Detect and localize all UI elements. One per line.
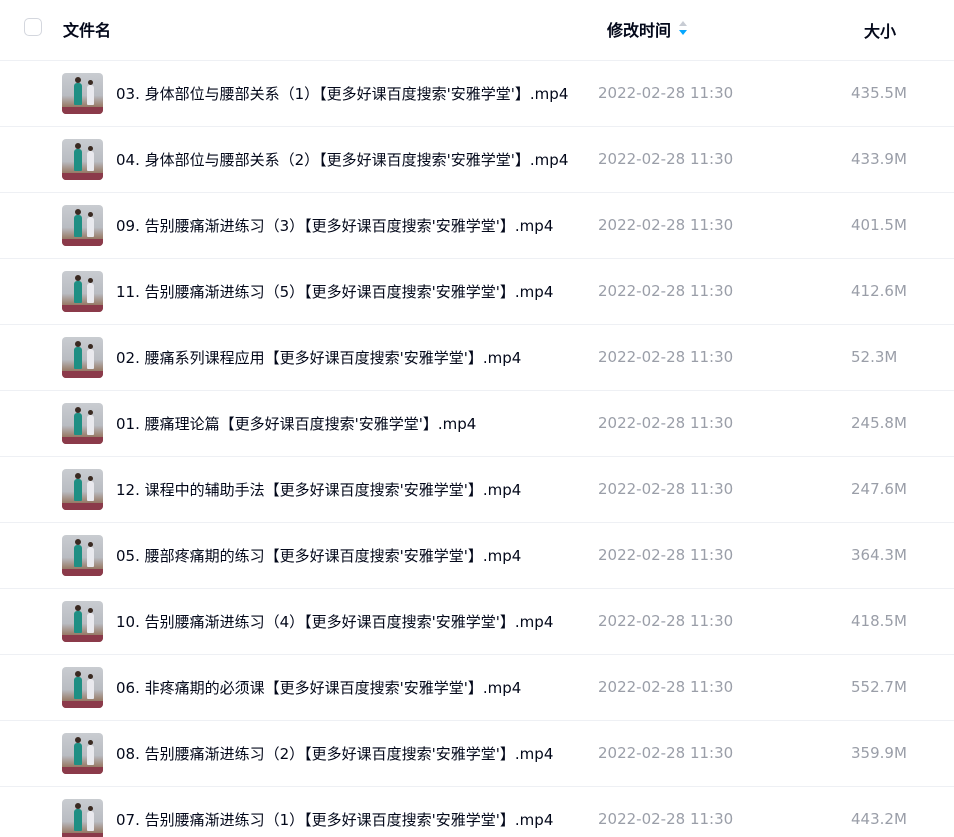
file-modified-time: 2022-02-28 11:30 bbox=[598, 678, 734, 696]
file-name[interactable]: 04. 身体部位与腰部关系（2）【更多好课百度搜索'安雅学堂'】.mp4 bbox=[116, 149, 568, 170]
file-size: 552.7M bbox=[851, 678, 907, 696]
file-size: 433.9M bbox=[851, 150, 907, 168]
file-name[interactable]: 07. 告别腰痛渐进练习（1）【更多好课百度搜索'安雅学堂'】.mp4 bbox=[116, 809, 553, 830]
file-modified-time: 2022-02-28 11:30 bbox=[598, 150, 734, 168]
file-modified-time: 2022-02-28 11:30 bbox=[598, 84, 734, 102]
video-thumbnail[interactable] bbox=[62, 601, 103, 642]
file-row[interactable]: 06. 非疼痛期的必须课【更多好课百度搜索'安雅学堂'】.mp4 2022-02-… bbox=[0, 655, 954, 721]
file-name[interactable]: 11. 告别腰痛渐进练习（5）【更多好课百度搜索'安雅学堂'】.mp4 bbox=[116, 281, 553, 302]
file-modified-time: 2022-02-28 11:30 bbox=[598, 282, 734, 300]
file-size: 52.3M bbox=[851, 348, 898, 366]
file-modified-time: 2022-02-28 11:30 bbox=[598, 612, 734, 630]
file-name[interactable]: 10. 告别腰痛渐进练习（4）【更多好课百度搜索'安雅学堂'】.mp4 bbox=[116, 611, 553, 632]
column-header-modified-time[interactable]: 修改时间 bbox=[607, 17, 671, 41]
file-row[interactable]: 12. 课程中的辅助手法【更多好课百度搜索'安雅学堂'】.mp4 2022-02-… bbox=[0, 457, 954, 523]
file-size: 401.5M bbox=[851, 216, 907, 234]
video-thumbnail[interactable] bbox=[62, 535, 103, 576]
file-row[interactable]: 05. 腰部疼痛期的练习【更多好课百度搜索'安雅学堂'】.mp4 2022-02-… bbox=[0, 523, 954, 589]
file-row[interactable]: 10. 告别腰痛渐进练习（4）【更多好课百度搜索'安雅学堂'】.mp4 2022-… bbox=[0, 589, 954, 655]
file-size: 435.5M bbox=[851, 84, 907, 102]
file-row[interactable]: 03. 身体部位与腰部关系（1）【更多好课百度搜索'安雅学堂'】.mp4 2022… bbox=[0, 61, 954, 127]
table-header: 文件名 修改时间 大小 bbox=[0, 0, 954, 61]
file-size: 412.6M bbox=[851, 282, 907, 300]
video-thumbnail[interactable] bbox=[62, 667, 103, 708]
file-name[interactable]: 12. 课程中的辅助手法【更多好课百度搜索'安雅学堂'】.mp4 bbox=[116, 479, 521, 500]
file-size: 247.6M bbox=[851, 480, 907, 498]
file-modified-time: 2022-02-28 11:30 bbox=[598, 546, 734, 564]
file-row[interactable]: 07. 告别腰痛渐进练习（1）【更多好课百度搜索'安雅学堂'】.mp4 2022-… bbox=[0, 787, 954, 837]
file-rows: 03. 身体部位与腰部关系（1）【更多好课百度搜索'安雅学堂'】.mp4 2022… bbox=[0, 61, 954, 837]
video-thumbnail[interactable] bbox=[62, 799, 103, 837]
file-name[interactable]: 05. 腰部疼痛期的练习【更多好课百度搜索'安雅学堂'】.mp4 bbox=[116, 545, 521, 566]
file-modified-time: 2022-02-28 11:30 bbox=[598, 414, 734, 432]
file-size: 418.5M bbox=[851, 612, 907, 630]
video-thumbnail[interactable] bbox=[62, 205, 103, 246]
select-all-checkbox[interactable] bbox=[24, 18, 42, 36]
video-thumbnail[interactable] bbox=[62, 403, 103, 444]
file-size: 364.3M bbox=[851, 546, 907, 564]
video-thumbnail[interactable] bbox=[62, 73, 103, 114]
file-name[interactable]: 01. 腰痛理论篇【更多好课百度搜索'安雅学堂'】.mp4 bbox=[116, 413, 476, 434]
file-row[interactable]: 08. 告别腰痛渐进练习（2）【更多好课百度搜索'安雅学堂'】.mp4 2022-… bbox=[0, 721, 954, 787]
file-row[interactable]: 02. 腰痛系列课程应用【更多好课百度搜索'安雅学堂'】.mp4 2022-02-… bbox=[0, 325, 954, 391]
file-row[interactable]: 11. 告别腰痛渐进练习（5）【更多好课百度搜索'安雅学堂'】.mp4 2022-… bbox=[0, 259, 954, 325]
file-name[interactable]: 08. 告别腰痛渐进练习（2）【更多好课百度搜索'安雅学堂'】.mp4 bbox=[116, 743, 553, 764]
file-size: 359.9M bbox=[851, 744, 907, 762]
file-name[interactable]: 06. 非疼痛期的必须课【更多好课百度搜索'安雅学堂'】.mp4 bbox=[116, 677, 521, 698]
video-thumbnail[interactable] bbox=[62, 733, 103, 774]
file-name[interactable]: 03. 身体部位与腰部关系（1）【更多好课百度搜索'安雅学堂'】.mp4 bbox=[116, 83, 568, 104]
column-header-size[interactable]: 大小 bbox=[864, 18, 896, 42]
file-size: 245.8M bbox=[851, 414, 907, 432]
file-modified-time: 2022-02-28 11:30 bbox=[598, 744, 734, 762]
file-row[interactable]: 04. 身体部位与腰部关系（2）【更多好课百度搜索'安雅学堂'】.mp4 2022… bbox=[0, 127, 954, 193]
file-size: 443.2M bbox=[851, 810, 907, 828]
file-modified-time: 2022-02-28 11:30 bbox=[598, 810, 734, 828]
column-header-name[interactable]: 文件名 bbox=[63, 17, 111, 41]
video-thumbnail[interactable] bbox=[62, 337, 103, 378]
file-modified-time: 2022-02-28 11:30 bbox=[598, 216, 734, 234]
file-list-table: 文件名 修改时间 大小 03. 身体部位与腰部关系（1）【更多好课百度搜索'安雅… bbox=[0, 0, 954, 837]
file-row[interactable]: 09. 告别腰痛渐进练习（3）【更多好课百度搜索'安雅学堂'】.mp4 2022-… bbox=[0, 193, 954, 259]
sort-arrows-icon[interactable] bbox=[678, 20, 688, 36]
file-name[interactable]: 02. 腰痛系列课程应用【更多好课百度搜索'安雅学堂'】.mp4 bbox=[116, 347, 521, 368]
file-row[interactable]: 01. 腰痛理论篇【更多好课百度搜索'安雅学堂'】.mp4 2022-02-28 … bbox=[0, 391, 954, 457]
file-name[interactable]: 09. 告别腰痛渐进练习（3）【更多好课百度搜索'安雅学堂'】.mp4 bbox=[116, 215, 553, 236]
video-thumbnail[interactable] bbox=[62, 271, 103, 312]
file-modified-time: 2022-02-28 11:30 bbox=[598, 348, 734, 366]
file-modified-time: 2022-02-28 11:30 bbox=[598, 480, 734, 498]
video-thumbnail[interactable] bbox=[62, 469, 103, 510]
video-thumbnail[interactable] bbox=[62, 139, 103, 180]
